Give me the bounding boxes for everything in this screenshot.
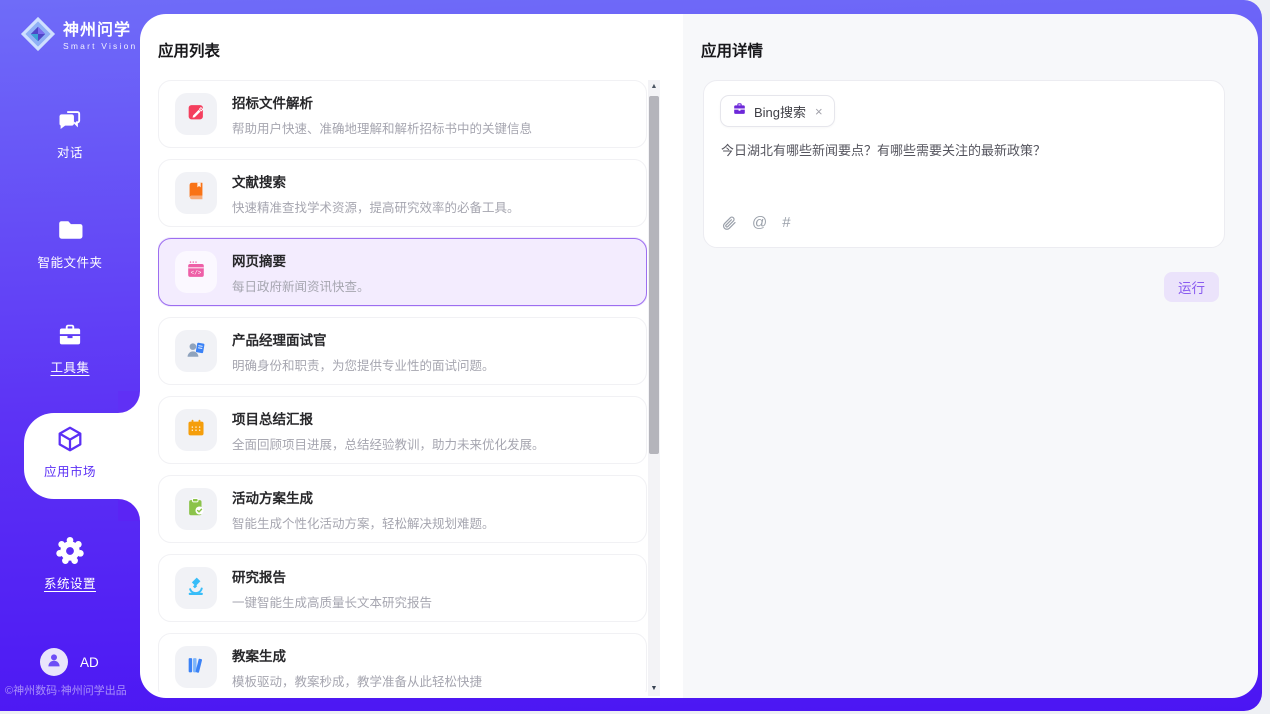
tab-fillet-bottom xyxy=(118,499,140,521)
clipboard-check-icon xyxy=(185,496,207,523)
app-card-title: 项目总结汇报 xyxy=(232,408,545,428)
edit-square-icon xyxy=(185,101,207,128)
close-icon[interactable]: × xyxy=(815,105,823,118)
app-card-title: 教案生成 xyxy=(232,645,482,665)
app-card-研究报告[interactable]: 研究报告一键智能生成高质量长文本研究报告 xyxy=(158,554,647,622)
copyright: ©神州数码·神州问学出品 xyxy=(5,682,127,698)
app-icon-tile xyxy=(175,172,217,214)
diamond-logo-icon xyxy=(20,16,56,57)
scrollbar[interactable]: ▲ ▼ xyxy=(648,80,660,696)
app-card-description: 快速精准查找学术资源，提高研究效率的必备工具。 xyxy=(232,197,520,216)
app-icon-tile xyxy=(175,567,217,609)
chat-icon xyxy=(55,105,85,135)
app-card-description: 智能生成个性化活动方案，轻松解决规划难题。 xyxy=(232,513,495,532)
app-card-title: 研究报告 xyxy=(232,566,432,586)
app-card-description: 全面回顾项目进展，总结经验教训，助力未来优化发展。 xyxy=(232,434,545,453)
app-icon-tile xyxy=(175,488,217,530)
app-icon-tile: </> xyxy=(175,251,217,293)
app-icon-tile xyxy=(175,330,217,372)
tool-tag-label: Bing搜索 xyxy=(754,102,806,121)
scroll-up-button[interactable]: ▲ xyxy=(648,80,660,94)
app-card-title: 产品经理面试官 xyxy=(232,329,495,349)
sidebar: 神州问学 Smart Vision 对话智能文件夹工具集应用市场系统设置 AD … xyxy=(0,0,140,711)
sidebar-item-label: 应用市场 xyxy=(0,461,140,480)
app-card-title: 活动方案生成 xyxy=(232,487,495,507)
app-list-panel: 应用列表 招标文件解析帮助用户快速、准确地理解和解析招标书中的关键信息文献搜索快… xyxy=(140,14,683,698)
app-card-title: 文献搜索 xyxy=(232,171,520,191)
app-detail-title: 应用详情 xyxy=(701,39,763,61)
app-card-招标文件解析[interactable]: 招标文件解析帮助用户快速、准确地理解和解析招标书中的关键信息 xyxy=(158,80,647,148)
briefcase-icon xyxy=(732,101,747,121)
app-icon-tile xyxy=(175,646,217,688)
app-list-title: 应用列表 xyxy=(158,39,220,61)
app-card-list: 招标文件解析帮助用户快速、准确地理解和解析招标书中的关键信息文献搜索快速精准查找… xyxy=(158,80,647,692)
scroll-down-button[interactable]: ▼ xyxy=(648,682,660,696)
at-icon[interactable]: @ xyxy=(752,214,767,231)
run-button[interactable]: 运行 xyxy=(1164,272,1219,302)
avatar xyxy=(40,648,68,676)
app-card-产品经理面试官[interactable]: 产品经理面试官明确身份和职责，为您提供专业性的面试问题。 xyxy=(158,317,647,385)
sidebar-item-工具集[interactable]: 工具集 xyxy=(0,320,140,376)
user-initials: AD xyxy=(80,655,99,670)
hash-icon[interactable]: # xyxy=(782,214,790,231)
tab-fillet-top xyxy=(118,391,140,413)
app-card-项目总结汇报[interactable]: 项目总结汇报全面回顾项目进展，总结经验教训，助力未来优化发展。 xyxy=(158,396,647,464)
interviewer-icon xyxy=(185,338,207,365)
books-icon xyxy=(185,654,207,681)
folder-icon xyxy=(55,215,85,245)
sidebar-item-label: 对话 xyxy=(0,142,140,161)
book-icon xyxy=(185,180,207,207)
composer-toolbar: @ # xyxy=(721,214,791,231)
app-card-教案生成[interactable]: 教案生成模板驱动，教案秒成，教学准备从此轻松快捷 xyxy=(158,633,647,692)
tool-tag-bing[interactable]: Bing搜索 × xyxy=(720,95,835,127)
svg-text:</>: </> xyxy=(191,269,202,276)
app-card-description: 明确身份和职责，为您提供专业性的面试问题。 xyxy=(232,355,495,374)
brand: 神州问学 Smart Vision xyxy=(20,16,137,57)
sidebar-item-对话[interactable]: 对话 xyxy=(0,105,140,161)
microscope-icon xyxy=(185,575,207,602)
cube-icon xyxy=(55,424,85,454)
sidebar-item-label: 工具集 xyxy=(0,357,140,376)
app-icon-tile xyxy=(175,93,217,135)
query-input[interactable]: 今日湖北有哪些新闻要点？有哪些需要关注的最新政策？ xyxy=(721,141,1208,160)
app-card-description: 每日政府新闻资讯快查。 xyxy=(232,276,370,295)
app-window: 神州问学 Smart Vision 对话智能文件夹工具集应用市场系统设置 AD … xyxy=(0,0,1262,711)
sidebar-item-应用市场[interactable]: 应用市场 xyxy=(0,413,140,480)
brand-subtitle: Smart Vision xyxy=(63,41,137,51)
screen: 神州问学 Smart Vision 对话智能文件夹工具集应用市场系统设置 AD … xyxy=(0,0,1270,714)
app-card-description: 模板驱动，教案秒成，教学准备从此轻松快捷 xyxy=(232,671,482,690)
sidebar-item-label: 智能文件夹 xyxy=(0,252,140,271)
user-row[interactable]: AD xyxy=(40,648,99,676)
person-icon xyxy=(45,651,63,674)
composer-card: Bing搜索 × 今日湖北有哪些新闻要点？有哪些需要关注的最新政策？ @ # xyxy=(703,80,1225,248)
app-icon-tile xyxy=(175,409,217,451)
app-card-活动方案生成[interactable]: 活动方案生成智能生成个性化活动方案，轻松解决规划难题。 xyxy=(158,475,647,543)
sidebar-item-智能文件夹[interactable]: 智能文件夹 xyxy=(0,215,140,271)
toolbox-icon xyxy=(55,320,85,350)
app-card-description: 一键智能生成高质量长文本研究报告 xyxy=(232,592,432,611)
app-card-description: 帮助用户快速、准确地理解和解析招标书中的关键信息 xyxy=(232,118,532,137)
browser-code-icon: </> xyxy=(185,259,207,286)
app-detail-panel: 应用详情 Bing搜索 × 今日湖北有哪些新闻要点？有哪些需要关注的最新政策？ xyxy=(683,14,1258,698)
sidebar-item-系统设置[interactable]: 系统设置 xyxy=(0,536,140,592)
gear-icon xyxy=(55,536,85,566)
scrollbar-thumb[interactable] xyxy=(649,96,659,454)
app-card-title: 网页摘要 xyxy=(232,250,370,270)
app-card-网页摘要[interactable]: </> 网页摘要每日政府新闻资讯快查。 xyxy=(158,238,647,306)
paperclip-icon[interactable] xyxy=(721,215,737,231)
sidebar-item-label: 系统设置 xyxy=(0,573,140,592)
calendar-icon xyxy=(185,417,207,444)
app-card-title: 招标文件解析 xyxy=(232,92,532,112)
brand-title: 神州问学 xyxy=(63,22,137,40)
app-card-文献搜索[interactable]: 文献搜索快速精准查找学术资源，提高研究效率的必备工具。 xyxy=(158,159,647,227)
